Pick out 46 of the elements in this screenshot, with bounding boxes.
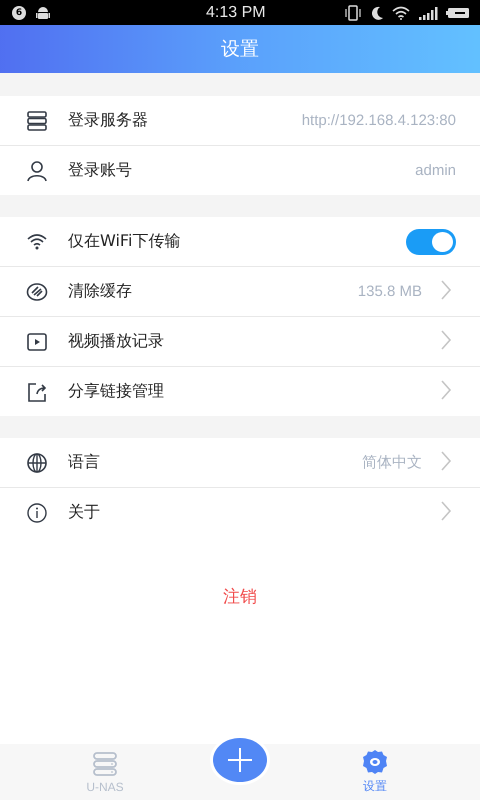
chevron-icon <box>440 378 452 400</box>
share-icon <box>26 380 48 402</box>
row-value: 简体中文 <box>362 453 422 472</box>
battery-icon <box>446 6 470 20</box>
row-value: 135.8 MB <box>358 283 422 300</box>
notification-badge: 6 <box>12 6 26 20</box>
android-icon <box>36 4 50 20</box>
settings-icon <box>362 749 388 775</box>
row-value: admin <box>415 162 456 179</box>
clock: 4:13 PM <box>206 4 266 22</box>
person-icon <box>26 160 48 182</box>
row-label: 仅在WiFi下传输 <box>68 231 182 252</box>
settings-row[interactable]: 登录账号 admin <box>0 146 480 195</box>
chevron-icon <box>440 500 452 522</box>
row-label: 登录账号 <box>68 160 133 181</box>
signal-icon <box>418 6 438 20</box>
row-label: 分享链接管理 <box>68 381 165 402</box>
settings-row[interactable]: 清除缓存 135.8 MB <box>0 267 480 317</box>
settings-row[interactable]: 语言 简体中文 <box>0 438 480 488</box>
play-icon <box>26 330 48 352</box>
row-label: 视频播放记录 <box>68 331 165 352</box>
settings-row[interactable]: 关于 <box>0 488 480 537</box>
add-button[interactable] <box>213 738 267 782</box>
server-icon <box>26 110 48 132</box>
plus-icon <box>227 747 253 773</box>
moon-icon <box>370 4 384 20</box>
settings-row[interactable]: 登录服务器 http://192.168.4.123:80 <box>0 96 480 146</box>
row-label: 登录服务器 <box>68 110 149 131</box>
vibrate-icon <box>344 4 362 20</box>
wifi-signal-icon <box>392 6 410 20</box>
settings-row[interactable]: 仅在WiFi下传输 <box>0 217 480 267</box>
settings-row[interactable]: 分享链接管理 <box>0 367 480 416</box>
row-label: 清除缓存 <box>68 281 133 302</box>
logout-button[interactable]: 注销 <box>213 581 267 612</box>
row-label: 关于 <box>68 502 101 523</box>
info-icon <box>26 502 48 524</box>
settings-row[interactable]: 视频播放记录 <box>0 317 480 367</box>
chevron-icon <box>440 278 452 300</box>
chevron-icon <box>440 328 452 350</box>
server-icon <box>92 750 118 776</box>
row-label: 语言 <box>68 452 101 473</box>
page-title: 设置 <box>221 37 259 62</box>
row-value: http://192.168.4.123:80 <box>302 112 456 129</box>
globe-icon <box>26 452 48 474</box>
chevron-icon <box>440 450 452 472</box>
toggle-switch[interactable] <box>406 228 456 254</box>
